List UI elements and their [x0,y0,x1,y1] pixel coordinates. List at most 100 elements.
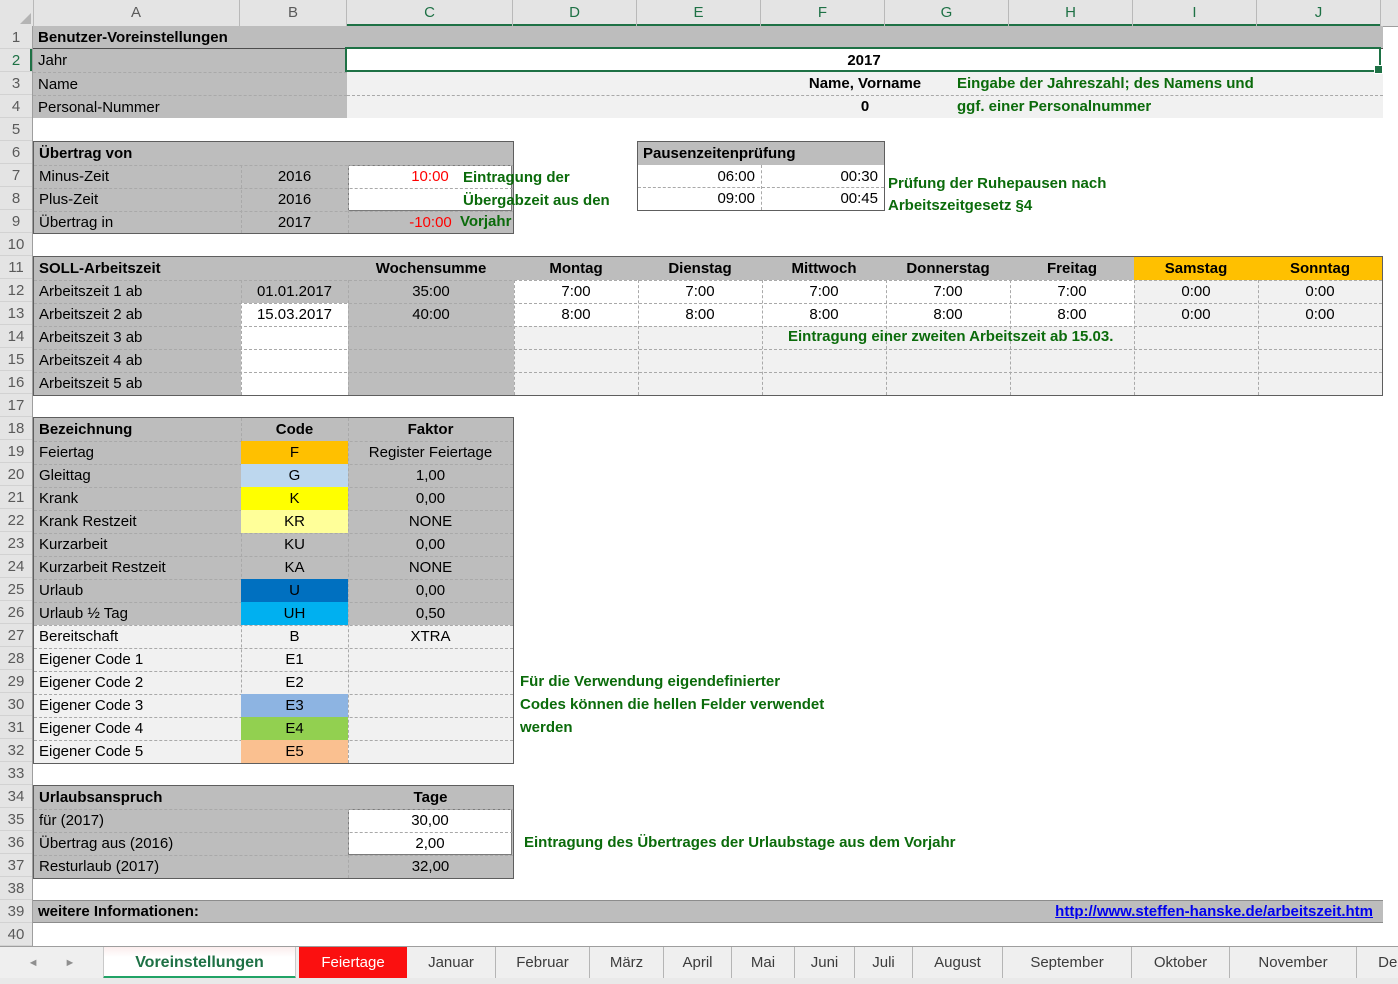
row-header[interactable]: 14 [0,325,32,348]
code-cell[interactable]: E2 [241,671,348,694]
faktor-cell[interactable] [348,648,513,671]
row-header[interactable]: 13 [0,302,32,325]
row-header[interactable]: 40 [0,923,32,946]
column-header-e[interactable]: E [637,0,761,26]
row-header-selected[interactable]: 2 [0,49,32,72]
row-header[interactable]: 15 [0,348,32,371]
row-header[interactable]: 19 [0,440,32,463]
tab-april[interactable]: April [664,947,732,979]
row-header[interactable]: 12 [0,279,32,302]
code-cell[interactable]: U [241,579,348,602]
jahr-value-cell[interactable]: 2017 [347,49,1381,72]
soll-value-cell[interactable]: 0:00 [1134,280,1258,303]
row-header[interactable]: 38 [0,877,32,900]
code-cell[interactable]: KU [241,533,348,556]
code-cell[interactable]: E1 [241,648,348,671]
column-header-b[interactable]: B [240,0,347,26]
tab-scroll-left-icon[interactable]: ◄ [28,958,39,969]
column-header-h[interactable]: H [1009,0,1133,26]
personalnummer-value-cell[interactable]: 0 [765,95,965,118]
column-header-f[interactable]: F [761,0,885,26]
column-header-a[interactable]: A [33,0,240,26]
row-header[interactable]: 16 [0,371,32,394]
pausen-break-cell[interactable]: 00:30 [761,165,884,188]
row-header[interactable]: 25 [0,578,32,601]
code-cell[interactable]: K [241,487,348,510]
code-cell[interactable]: KA [241,556,348,579]
row-header[interactable]: 32 [0,739,32,762]
row-header[interactable]: 21 [0,486,32,509]
row-header[interactable]: 23 [0,532,32,555]
soll-value-cell[interactable]: 0:00 [1258,280,1382,303]
code-cell[interactable]: E5 [241,740,348,763]
code-cell[interactable]: UH [241,602,348,625]
code-cell[interactable]: KR [241,510,348,533]
row-header[interactable]: 8 [0,187,32,210]
row-header[interactable]: 27 [0,624,32,647]
code-cell[interactable]: E4 [241,717,348,740]
tab-november[interactable]: November [1230,947,1357,979]
urlaub-fuer-value-cell[interactable]: 30,00 [348,809,512,832]
arbeitszeit-2-date-cell[interactable]: 15.03.2017 [241,303,348,326]
soll-value-cell[interactable]: 8:00 [1010,303,1134,326]
soll-value-cell[interactable]: 8:00 [886,303,1010,326]
row-header[interactable]: 31 [0,716,32,739]
row-header[interactable]: 34 [0,785,32,808]
pausen-from-cell[interactable]: 09:00 [638,187,761,210]
row-header[interactable]: 20 [0,463,32,486]
row-header[interactable]: 24 [0,555,32,578]
tab-juli[interactable]: Juli [855,947,913,979]
soll-value-cell[interactable]: 7:00 [1010,280,1134,303]
tab-mai[interactable]: Mai [732,947,795,979]
row-header[interactable]: 9 [0,210,32,233]
code-cell[interactable]: B [241,625,348,648]
row-header[interactable]: 5 [0,118,32,141]
row-header[interactable]: 26 [0,601,32,624]
row-header[interactable]: 35 [0,808,32,831]
soll-value-cell[interactable]: 8:00 [514,303,638,326]
pausen-break-cell[interactable]: 00:45 [761,187,884,210]
tab-scroll-right-icon[interactable]: ► [65,958,76,969]
faktor-cell[interactable] [348,740,513,763]
row-header[interactable]: 3 [0,72,32,95]
tab-august[interactable]: August [913,947,1003,979]
tab-maerz[interactable]: März [590,947,664,979]
column-header-d[interactable]: D [513,0,637,26]
soll-value-cell[interactable]: 8:00 [762,303,886,326]
tab-oktober[interactable]: Oktober [1132,947,1230,979]
row-header[interactable]: 28 [0,647,32,670]
minus-zeit-year-cell[interactable]: 2016 [241,165,348,188]
row-header[interactable]: 33 [0,762,32,785]
faktor-cell[interactable] [348,694,513,717]
row-header[interactable]: 1 [0,26,32,49]
select-all-corner[interactable] [0,0,34,26]
tab-juni[interactable]: Juni [795,947,855,979]
soll-value-cell[interactable]: 7:00 [514,280,638,303]
tab-voreinstellungen[interactable]: Voreinstellungen [103,947,296,979]
tab-januar[interactable]: Januar [407,947,496,979]
pausen-from-cell[interactable]: 06:00 [638,165,761,188]
row-header[interactable]: 29 [0,670,32,693]
column-header-g[interactable]: G [885,0,1009,26]
plus-zeit-year-cell[interactable]: 2016 [241,188,348,211]
info-link[interactable]: http://www.steffen-hanske.de/arbeitszeit… [1055,901,1373,922]
code-cell[interactable]: E3 [241,694,348,717]
row-header[interactable]: 36 [0,831,32,854]
code-cell[interactable]: G [241,464,348,487]
tab-februar[interactable]: Februar [496,947,590,979]
row-header[interactable]: 17 [0,394,32,417]
column-header-j[interactable]: J [1257,0,1381,26]
uebertrag-in-year-cell[interactable]: 2017 [241,211,348,234]
name-value-cell[interactable]: Name, Vorname [765,72,965,95]
faktor-cell[interactable] [348,717,513,740]
row-header[interactable]: 37 [0,854,32,877]
soll-value-cell[interactable]: 7:00 [886,280,1010,303]
row-header[interactable]: 10 [0,233,32,256]
faktor-cell[interactable] [348,671,513,694]
row-header[interactable]: 11 [0,256,32,279]
soll-value-cell[interactable]: 7:00 [638,280,762,303]
tab-september[interactable]: September [1003,947,1132,979]
row-header[interactable]: 22 [0,509,32,532]
row-header[interactable]: 30 [0,693,32,716]
soll-value-cell[interactable]: 0:00 [1258,303,1382,326]
